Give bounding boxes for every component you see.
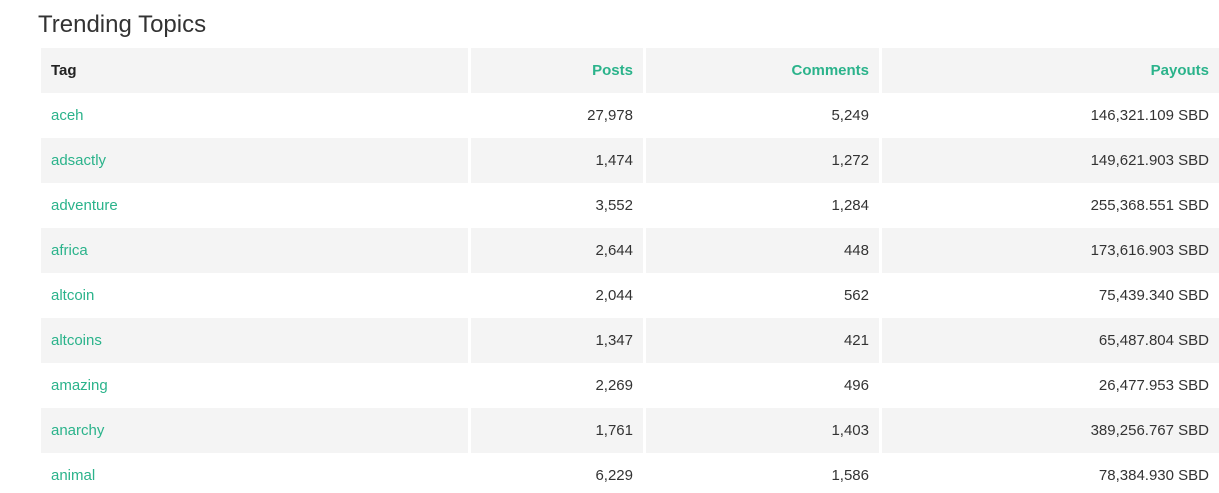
tag-cell: africa [41,228,468,273]
payouts-cell: 65,487.804 SBD [882,318,1219,363]
comments-cell: 1,272 [646,138,879,183]
payouts-cell: 389,256.767 SBD [882,408,1219,453]
comments-cell: 448 [646,228,879,273]
column-header-tag[interactable]: Tag [41,48,468,93]
tag-link[interactable]: altcoins [51,332,102,349]
table-row: adventure 3,552 1,284 255,368.551 SBD [41,183,1219,228]
comments-cell: 421 [646,318,879,363]
payouts-cell: 149,621.903 SBD [882,138,1219,183]
column-header-comments[interactable]: Comments [646,48,879,93]
table-row: altcoins 1,347 421 65,487.804 SBD [41,318,1219,363]
tag-link[interactable]: aceh [51,107,84,124]
tag-link[interactable]: altcoin [51,287,94,304]
table-row: anarchy 1,761 1,403 389,256.767 SBD [41,408,1219,453]
payouts-cell: 75,439.340 SBD [882,273,1219,318]
posts-cell: 27,978 [471,93,643,138]
tag-cell: anarchy [41,408,468,453]
comments-cell: 1,403 [646,408,879,453]
table-row: adsactly 1,474 1,272 149,621.903 SBD [41,138,1219,183]
tag-link[interactable]: adventure [51,197,118,214]
comments-cell: 496 [646,363,879,408]
tag-cell: animal [41,453,468,493]
comments-cell: 562 [646,273,879,318]
comments-cell: 5,249 [646,93,879,138]
comments-cell: 1,586 [646,453,879,493]
posts-cell: 1,347 [471,318,643,363]
table-row: animal 6,229 1,586 78,384.930 SBD [41,453,1219,493]
posts-cell: 3,552 [471,183,643,228]
posts-cell: 1,474 [471,138,643,183]
tag-cell: altcoin [41,273,468,318]
table-row: altcoin 2,044 562 75,439.340 SBD [41,273,1219,318]
payouts-cell: 146,321.109 SBD [882,93,1219,138]
column-header-payouts[interactable]: Payouts [882,48,1219,93]
tag-cell: altcoins [41,318,468,363]
posts-cell: 2,644 [471,228,643,273]
payouts-cell: 78,384.930 SBD [882,453,1219,493]
comments-cell: 1,284 [646,183,879,228]
trending-topics-page: Trending Topics Tag Posts Comments Payou… [0,0,1219,493]
tag-cell: aceh [41,93,468,138]
payouts-cell: 26,477.953 SBD [882,363,1219,408]
posts-cell: 2,044 [471,273,643,318]
table-row: aceh 27,978 5,249 146,321.109 SBD [41,93,1219,138]
tag-link[interactable]: amazing [51,377,108,394]
tag-cell: amazing [41,363,468,408]
payouts-cell: 173,616.903 SBD [882,228,1219,273]
table-row: amazing 2,269 496 26,477.953 SBD [41,363,1219,408]
table-header-row: Tag Posts Comments Payouts [41,48,1219,93]
posts-cell: 1,761 [471,408,643,453]
trending-topics-table: Tag Posts Comments Payouts aceh 27,978 5… [38,48,1219,493]
payouts-cell: 255,368.551 SBD [882,183,1219,228]
posts-cell: 2,269 [471,363,643,408]
posts-cell: 6,229 [471,453,643,493]
page-title: Trending Topics [38,11,207,38]
tag-link[interactable]: animal [51,467,95,484]
table-row: africa 2,644 448 173,616.903 SBD [41,228,1219,273]
tag-cell: adsactly [41,138,468,183]
tag-link[interactable]: africa [51,242,88,259]
tag-link[interactable]: anarchy [51,422,104,439]
tag-link[interactable]: adsactly [51,152,106,169]
column-header-posts[interactable]: Posts [471,48,643,93]
tag-cell: adventure [41,183,468,228]
